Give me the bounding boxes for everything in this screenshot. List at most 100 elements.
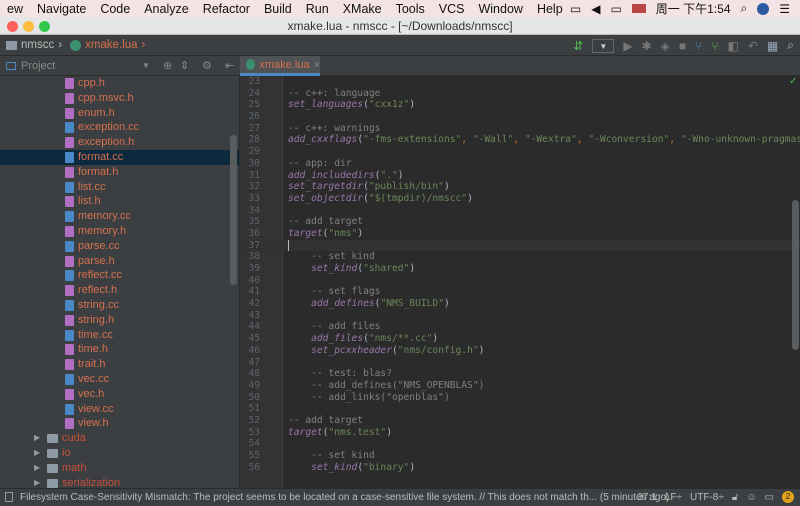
code-line[interactable]: 42 add_defines("NMS_BUILD") bbox=[240, 298, 800, 310]
code-line[interactable]: 46 set_pcxxheader("nms/config.h") bbox=[240, 345, 800, 357]
minimize-window-button[interactable] bbox=[23, 21, 34, 32]
menu-window[interactable]: Window bbox=[471, 2, 529, 16]
menu-help[interactable]: Help bbox=[530, 2, 570, 16]
coverage-icon[interactable]: ◈ bbox=[661, 39, 670, 53]
code-line[interactable]: 29 bbox=[240, 146, 800, 158]
run-icon[interactable]: ▶ bbox=[623, 39, 632, 53]
stop-icon[interactable]: ■ bbox=[679, 39, 686, 53]
code-line[interactable]: 36 target("nms") bbox=[240, 228, 800, 240]
code-line[interactable]: 35 -- add target bbox=[240, 216, 800, 228]
menu-ew[interactable]: ew bbox=[0, 2, 30, 16]
code-line[interactable]: 55 -- set kind bbox=[240, 450, 800, 462]
code-line[interactable]: 38 -- set kind bbox=[240, 251, 800, 263]
code-line[interactable]: 27 -- c++: warnings bbox=[240, 123, 800, 135]
code-line[interactable]: 41 -- set flags bbox=[240, 286, 800, 298]
status-message[interactable]: Filesystem Case-Sensitivity Mismatch: Th… bbox=[20, 492, 669, 503]
menu-analyze[interactable]: Analyze bbox=[137, 2, 195, 16]
scroll-from-source-icon[interactable]: ⊕ bbox=[163, 59, 172, 72]
tree-file[interactable]: format.cc bbox=[0, 149, 239, 165]
code-line[interactable]: 54 bbox=[240, 438, 800, 450]
inspection-ok-icon[interactable]: ✓ bbox=[789, 76, 797, 87]
menu-vcs[interactable]: VCS bbox=[432, 2, 472, 16]
tree-file[interactable]: format.h bbox=[0, 165, 239, 180]
code-line[interactable]: 48 -- test: blas? bbox=[240, 368, 800, 380]
code-line[interactable]: 44 -- add files bbox=[240, 321, 800, 333]
tree-file[interactable]: enum.h bbox=[0, 106, 239, 121]
tree-file[interactable]: list.h bbox=[0, 194, 239, 209]
dropdown-icon[interactable]: ▼ bbox=[142, 61, 150, 70]
breadcrumb-project[interactable]: nmscc › bbox=[6, 39, 62, 51]
project-view-selector[interactable]: Project bbox=[21, 60, 55, 72]
vcs-commit-icon[interactable]: ⑂ bbox=[711, 39, 718, 53]
code-line[interactable]: 37 bbox=[240, 239, 800, 252]
tree-scrollbar[interactable] bbox=[230, 135, 237, 285]
memory-icon[interactable]: ▭ bbox=[765, 492, 774, 503]
close-window-button[interactable] bbox=[7, 21, 18, 32]
editor-scrollbar[interactable] bbox=[792, 200, 799, 350]
code-line[interactable]: 56 set_kind("binary") bbox=[240, 462, 800, 474]
battery-icon[interactable]: ▭ bbox=[610, 2, 621, 16]
tree-file[interactable]: exception.cc bbox=[0, 120, 239, 135]
menu-navigate[interactable]: Navigate bbox=[30, 2, 93, 16]
menu-xmake[interactable]: XMake bbox=[336, 2, 389, 16]
tree-file[interactable]: exception.h bbox=[0, 135, 239, 150]
lock-icon[interactable]: 🔓︎ bbox=[732, 492, 738, 503]
tab-xmake-lua[interactable]: xmake.lua × bbox=[240, 56, 320, 76]
tree-file[interactable]: parse.cc bbox=[0, 239, 239, 254]
tree-file[interactable]: memory.h bbox=[0, 224, 239, 239]
code-line[interactable]: 43 bbox=[240, 310, 800, 322]
code-line[interactable]: 34 bbox=[240, 205, 800, 217]
code-line[interactable]: 47 bbox=[240, 357, 800, 369]
collapse-all-icon[interactable]: ⇕ bbox=[180, 59, 189, 72]
expand-arrow-icon[interactable]: ▶ bbox=[34, 461, 40, 476]
code-line[interactable]: 39 set_kind("shared") bbox=[240, 263, 800, 275]
code-line[interactable]: 50 -- add_links("openblas") bbox=[240, 392, 800, 404]
menu-build[interactable]: Build bbox=[257, 2, 299, 16]
hide-icon[interactable]: ⇤ bbox=[225, 59, 234, 72]
breadcrumb-file[interactable]: xmake.lua › bbox=[70, 39, 145, 51]
tree-folder[interactable]: ▶ serialization bbox=[0, 476, 239, 488]
code-line[interactable]: 31 add_includedirs(".") bbox=[240, 170, 800, 182]
code-line[interactable]: 49 -- add_defines("NMS_OPENBLAS") bbox=[240, 380, 800, 392]
tree-file[interactable]: time.h bbox=[0, 342, 239, 357]
expand-arrow-icon[interactable]: ▶ bbox=[34, 431, 40, 446]
search-icon[interactable]: ⌕ bbox=[787, 38, 794, 53]
notifications-badge[interactable]: 2 bbox=[782, 491, 794, 503]
code-line[interactable]: 52 -- add target bbox=[240, 415, 800, 427]
code-line[interactable]: 45 add_files("nms/**.cc") bbox=[240, 333, 800, 345]
tree-file[interactable]: cpp.msvc.h bbox=[0, 91, 239, 106]
zoom-window-button[interactable] bbox=[39, 21, 50, 32]
cursor-position[interactable]: 37:1 bbox=[637, 492, 656, 503]
menu-code[interactable]: Code bbox=[93, 2, 137, 16]
close-tab-icon[interactable]: × bbox=[314, 59, 320, 71]
tree-file[interactable]: memory.cc bbox=[0, 209, 239, 224]
file-encoding[interactable]: UTF-8÷ bbox=[690, 492, 724, 503]
code-line[interactable]: 40 bbox=[240, 275, 800, 287]
code-line[interactable]: 30 -- app: dir bbox=[240, 158, 800, 170]
tree-file[interactable]: string.h bbox=[0, 313, 239, 328]
clock[interactable]: 周一 下午1:54 bbox=[656, 0, 731, 17]
tree-file[interactable]: view.cc bbox=[0, 402, 239, 417]
code-line[interactable]: 53 target("nms.test") bbox=[240, 427, 800, 439]
tree-file[interactable]: list.cc bbox=[0, 180, 239, 195]
code-line[interactable]: 51 bbox=[240, 403, 800, 415]
tree-folder[interactable]: ▶ math bbox=[0, 461, 239, 476]
code-line[interactable]: 23 bbox=[240, 76, 800, 88]
code-line[interactable]: 26 bbox=[240, 111, 800, 123]
code-line[interactable]: 32 set_targetdir("publish/bin") bbox=[240, 181, 800, 193]
sort-icon[interactable]: ⇵ bbox=[573, 39, 583, 53]
revert-icon[interactable]: ↶ bbox=[748, 39, 758, 53]
tree-file[interactable]: vec.cc bbox=[0, 372, 239, 387]
spotlight-icon[interactable]: ⌕ bbox=[741, 1, 748, 16]
input-flag-icon[interactable] bbox=[631, 4, 646, 13]
tree-file[interactable]: string.cc bbox=[0, 298, 239, 313]
tree-folder[interactable]: ▶ cuda bbox=[0, 431, 239, 446]
tree-file[interactable]: time.cc bbox=[0, 328, 239, 343]
vcs-update-icon[interactable]: ⑂ bbox=[695, 39, 702, 53]
run-config-dropdown[interactable]: ▼ bbox=[592, 38, 615, 53]
code-line[interactable]: 25 set_languages("cxx1z") bbox=[240, 99, 800, 111]
code-line[interactable]: 24 -- c++: language bbox=[240, 88, 800, 100]
hector-icon[interactable]: ☺ bbox=[746, 492, 756, 503]
line-separator[interactable]: LF÷ bbox=[665, 492, 682, 503]
expand-arrow-icon[interactable]: ▶ bbox=[34, 476, 40, 488]
